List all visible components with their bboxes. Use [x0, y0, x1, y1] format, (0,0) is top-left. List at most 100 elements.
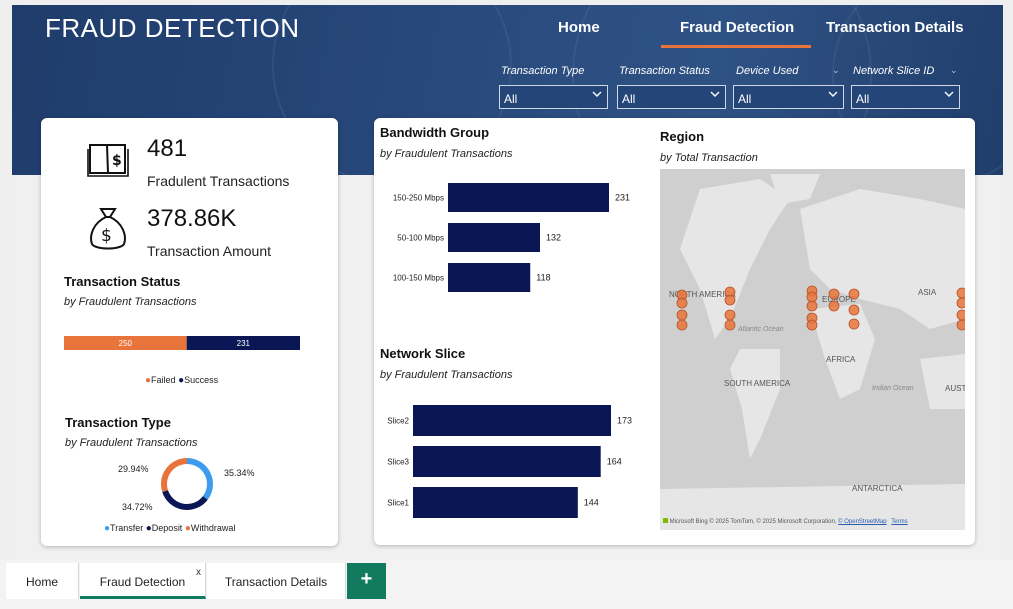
bandwidth-bar [448, 263, 531, 292]
map-bubble [724, 294, 736, 306]
slice-title: Network Slice [380, 346, 466, 361]
chevron-down-icon [592, 91, 602, 97]
bing-logo-icon [663, 518, 668, 523]
nav-active-indicator [661, 45, 811, 48]
slice-bar-chart: Slice2 173 Slice3 164 Slice1 144 [387, 405, 632, 518]
bandwidth-bar [448, 223, 540, 252]
map-bubbles-layer [676, 285, 965, 331]
bandwidth-value-label: 231 [615, 193, 630, 203]
map-bubble [828, 300, 840, 312]
amount-label: Transaction Amount [147, 243, 271, 259]
slice-category-label: Slice3 [387, 458, 409, 467]
filter-collapse-icon-2[interactable]: ⌄ [950, 65, 958, 76]
bandwidth-category-label: 150-250 Mbps [393, 194, 444, 203]
tab-fraud-detection-label: Fraud Detection [99, 575, 186, 589]
bandwidth-bar [448, 183, 609, 212]
bandwidth-value-label: 132 [546, 233, 561, 243]
slice-bar [413, 446, 601, 477]
network-slice-value: All [856, 92, 870, 106]
bandwidth-category-label: 100-150 Mbps [393, 274, 444, 283]
region-subtitle: by Total Transaction [660, 152, 758, 164]
map-bubble [848, 288, 860, 300]
map-bubble [956, 297, 965, 309]
book-dollar-icon: $ [87, 144, 129, 177]
map-bubble [956, 309, 965, 321]
status-value-label: 231 [237, 339, 251, 348]
tab-home[interactable]: Home [6, 563, 79, 599]
tab-fraud-detection[interactable]: Fraud Detection [80, 563, 206, 599]
status-subtitle: by Fraudulent Transactions [64, 296, 197, 308]
filter-collapse-icon[interactable]: ⌄ [832, 65, 840, 76]
transaction-type-dropdown[interactable]: All [499, 85, 608, 109]
tab-transaction-details[interactable]: Transaction Details [207, 563, 346, 599]
map-bubble [806, 291, 818, 303]
map-bubble [676, 309, 688, 321]
map-bubble [676, 319, 688, 331]
map-bubble [828, 288, 840, 300]
donut-slice-withdrawal [161, 458, 188, 492]
type-subtitle: by Fraudulent Transactions [65, 437, 198, 449]
svg-text:$: $ [101, 226, 112, 246]
bandwidth-bar-chart: 150-250 Mbps 231 50-100 Mbps 132 100-150 Mbp… [393, 183, 630, 292]
type-legend: ●Transfer ●Deposit ●Withdrawal [104, 523, 235, 534]
slice-category-label: Slice2 [387, 417, 409, 426]
device-used-value: All [738, 92, 752, 106]
device-used-dropdown[interactable]: All [733, 85, 844, 109]
tab-close-icon[interactable]: x [196, 567, 201, 578]
svg-text:$: $ [112, 153, 122, 169]
transaction-status-dropdown[interactable]: All [617, 85, 726, 109]
region-title: Region [660, 129, 705, 144]
filter-label-device-used: Device Used [736, 65, 799, 77]
terms-link[interactable]: Terms [891, 519, 907, 525]
slice-value-label: 164 [607, 457, 622, 467]
pct-label-deposit: 34.72% [122, 502, 153, 512]
osm-link[interactable]: © OpenStreetMap [838, 519, 886, 525]
legend-withdrawal-label: Withdrawal [190, 523, 236, 533]
status-legend: ●Failed ●Success [145, 375, 218, 386]
slice-value-label: 173 [617, 416, 632, 426]
map-bubble [848, 318, 860, 330]
status-title: Transaction Status [64, 274, 181, 289]
type-title: Transaction Type [65, 415, 171, 430]
add-page-button[interactable]: + [347, 563, 386, 599]
money-bag-icon: $ [90, 208, 126, 250]
filter-label-transaction-status: Transaction Status [619, 65, 710, 77]
map-bubble [806, 300, 818, 312]
chevron-down-icon [828, 91, 838, 97]
legend-failed-label: Failed [151, 375, 176, 385]
bandwidth-title: Bandwidth Group [380, 125, 490, 140]
bandwidth-subtitle: by Fraudulent Transactions [380, 148, 513, 160]
bing-brand: Microsoft Bing [669, 519, 708, 525]
map-bubble [956, 319, 965, 331]
status-value-label: 250 [119, 339, 133, 348]
map-bubble [956, 287, 965, 299]
map-bubble [724, 309, 736, 321]
donut-slice-deposit [162, 489, 208, 510]
donut-slice-transfer [186, 458, 213, 500]
map-bubble [676, 297, 688, 309]
map-bubble [848, 304, 860, 316]
chevron-down-icon [944, 91, 954, 97]
network-slice-dropdown[interactable]: All [851, 85, 960, 109]
fraud-count-value: 481 [147, 135, 188, 162]
nav-transaction-details[interactable]: Transaction Details [826, 19, 964, 36]
page-tab-bar: Home Fraud Detection x Transaction Detai… [0, 560, 1013, 609]
status-stacked-bar: 250 231 [64, 336, 300, 350]
slice-subtitle: by Fraudulent Transactions [380, 369, 513, 381]
chevron-down-icon [710, 91, 720, 97]
nav-fraud-detection[interactable]: Fraud Detection [680, 19, 794, 36]
legend-transfer-label: Transfer [110, 523, 144, 533]
legend-deposit-label: Deposit [151, 523, 183, 533]
pct-label-transfer: 35.34% [224, 468, 255, 478]
filter-label-network-slice: Network Slice ID [853, 65, 935, 77]
region-map[interactable]: NORTH AMERICA EUROPE ASIA AFRICA SOUTH A… [660, 169, 965, 530]
charts-card: Bandwidth Group by Fraudulent Transactio… [374, 118, 975, 545]
map-attribution: Microsoft Bing © 2025 TomTom, © 2025 Mic… [663, 518, 908, 525]
map-bubble [806, 319, 818, 331]
nav-home[interactable]: Home [558, 19, 600, 36]
pct-label-withdrawal: 29.94% [118, 464, 149, 474]
page-title: FRAUD DETECTION [45, 13, 300, 43]
amount-value: 378.86K [147, 205, 237, 232]
fraud-count-label: Fradulent Transactions [147, 173, 290, 189]
slice-bar [413, 405, 611, 436]
